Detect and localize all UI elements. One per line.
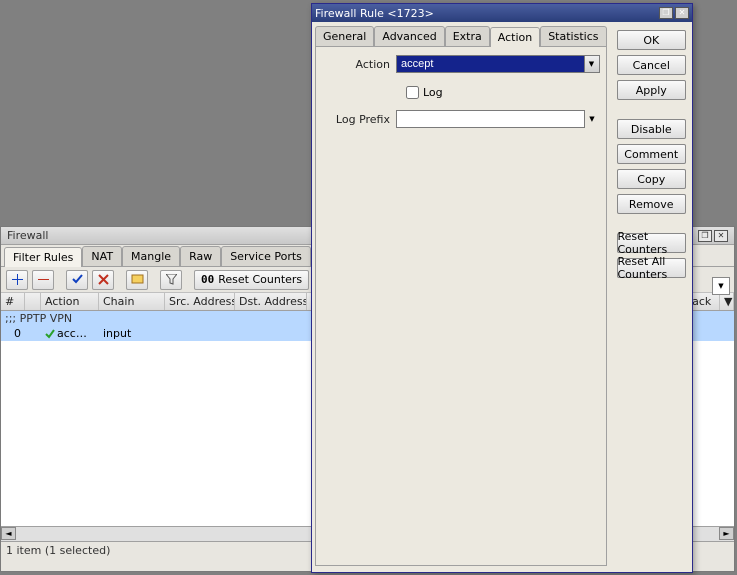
cell-num: 0: [1, 327, 25, 340]
workspace: Firewall ❐ ✕ Filter Rules NAT Mangle Raw…: [0, 0, 737, 575]
chevron-down-icon[interactable]: ▼: [585, 55, 600, 73]
cell-action: acc…: [41, 327, 99, 340]
action-label: Action: [322, 58, 396, 71]
log-label: Log: [423, 86, 443, 99]
scroll-left-button[interactable]: ◄: [1, 527, 16, 540]
dialog-title-text: Firewall Rule <1723>: [315, 7, 434, 20]
action-input[interactable]: [396, 55, 585, 73]
action-combo[interactable]: ▼: [396, 55, 600, 73]
window-controls: ❐ ✕: [698, 230, 728, 242]
tab-action[interactable]: Action: [490, 27, 540, 47]
copy-button[interactable]: Copy: [617, 169, 687, 189]
tab-extra[interactable]: Extra: [445, 26, 490, 46]
log-prefix-label: Log Prefix: [322, 113, 396, 126]
cancel-button[interactable]: Cancel: [617, 55, 687, 75]
log-prefix-row: Log Prefix ▼: [322, 110, 600, 128]
tab-service-ports[interactable]: Service Ports: [221, 246, 311, 266]
close-icon[interactable]: ✕: [675, 7, 689, 19]
comment-button[interactable]: Comment: [617, 144, 687, 164]
accept-icon: [45, 329, 55, 339]
chevron-down-icon[interactable]: ▼: [585, 110, 600, 128]
ok-button[interactable]: OK: [617, 30, 687, 50]
restore-icon[interactable]: ❐: [659, 7, 673, 19]
tab-filter-rules[interactable]: Filter Rules: [4, 247, 82, 267]
dialog-body: General Advanced Extra Action Statistics…: [312, 22, 692, 572]
firewall-rule-dialog: Firewall Rule <1723> ❐ ✕ General Advance…: [311, 3, 693, 573]
log-row: Log: [402, 83, 600, 102]
reset-all-counters-button[interactable]: Reset All Counters: [617, 258, 687, 278]
add-button[interactable]: [6, 270, 28, 290]
scroll-right-button[interactable]: ►: [719, 527, 734, 540]
log-prefix-input[interactable]: [396, 110, 585, 128]
filter-button[interactable]: [160, 270, 182, 290]
col-dst-address[interactable]: Dst. Address: [235, 293, 307, 310]
remove-button[interactable]: Remove: [617, 194, 687, 214]
col-num[interactable]: #: [1, 293, 25, 310]
disable-button[interactable]: Disable: [617, 119, 687, 139]
dialog-tabs: General Advanced Extra Action Statistics: [315, 26, 607, 46]
col-more[interactable]: ▼: [720, 293, 734, 310]
disable-button[interactable]: [92, 270, 114, 290]
reset-counters-button[interactable]: 00Reset Counters: [194, 270, 309, 290]
dialog-titlebar[interactable]: Firewall Rule <1723> ❐ ✕: [312, 4, 692, 22]
close-icon[interactable]: ✕: [714, 230, 728, 242]
tab-statistics[interactable]: Statistics: [540, 26, 606, 46]
dialog-button-column: OK Cancel Apply Disable Comment Copy Rem…: [611, 22, 693, 572]
tab-raw[interactable]: Raw: [180, 246, 221, 266]
log-prefix-combo[interactable]: ▼: [396, 110, 600, 128]
apply-button[interactable]: Apply: [617, 80, 687, 100]
dialog-window-controls: ❐ ✕: [659, 7, 689, 19]
tab-advanced[interactable]: Advanced: [374, 26, 444, 46]
col-src-address[interactable]: Src. Address: [165, 293, 235, 310]
filter-dropdown[interactable]: ▼: [712, 277, 730, 295]
col-chain[interactable]: Chain: [99, 293, 165, 310]
enable-button[interactable]: [66, 270, 88, 290]
status-text: 1 item (1 selected): [6, 544, 110, 557]
comment-button[interactable]: [126, 270, 148, 290]
col-flag[interactable]: [25, 293, 41, 310]
reset-counters-button[interactable]: Reset Counters: [617, 233, 687, 253]
tab-nat[interactable]: NAT: [82, 246, 122, 266]
action-row: Action ▼: [322, 55, 600, 73]
cell-chain: input: [99, 327, 165, 340]
dialog-panel: Action ▼ Log Log Prefix: [315, 46, 607, 566]
tab-mangle[interactable]: Mangle: [122, 246, 180, 266]
remove-button[interactable]: [32, 270, 54, 290]
log-checkbox[interactable]: [406, 86, 419, 99]
restore-icon[interactable]: ❐: [698, 230, 712, 242]
firewall-title-text: Firewall: [7, 229, 48, 242]
tab-general[interactable]: General: [315, 26, 374, 46]
dialog-content: General Advanced Extra Action Statistics…: [312, 22, 611, 572]
col-action[interactable]: Action: [41, 293, 99, 310]
